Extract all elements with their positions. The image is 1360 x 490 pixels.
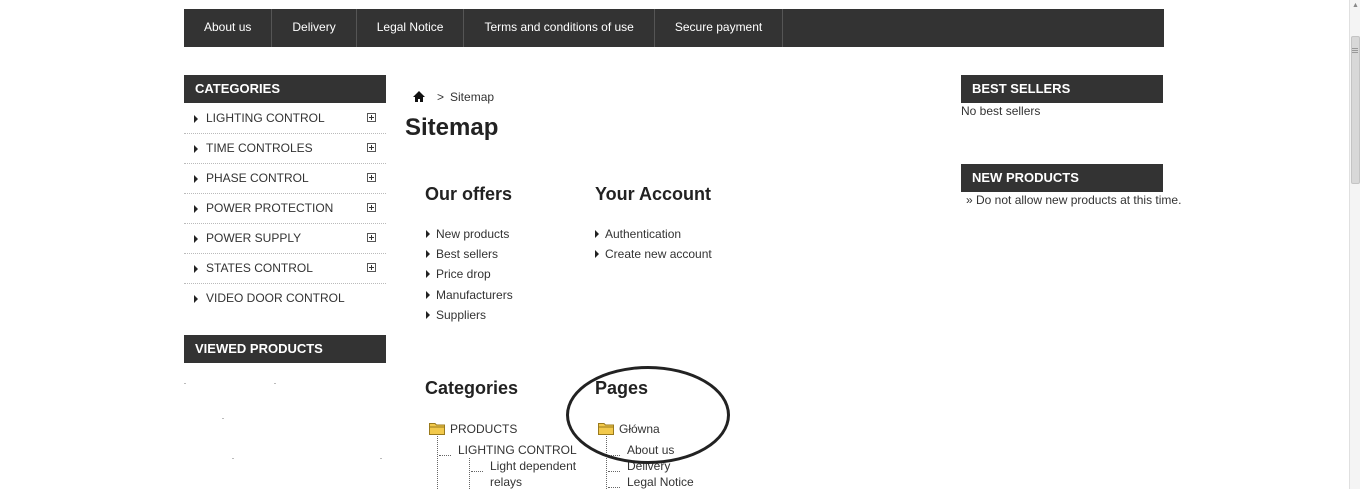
breadcrumb-current: Sitemap: [450, 90, 495, 104]
triangle-bullet-icon: [595, 250, 599, 259]
nav-delivery[interactable]: Delivery: [272, 9, 357, 47]
categories-tree-title: Categories: [425, 378, 519, 398]
triangle-bullet-icon: [426, 250, 430, 259]
link-authentication[interactable]: Authentication: [595, 224, 712, 244]
scrollbar-thumb[interactable]: [1351, 36, 1360, 184]
triangle-bullet-icon: [426, 290, 430, 299]
category-item-power-protection[interactable]: POWER PROTECTION: [184, 194, 386, 224]
link-best-sellers[interactable]: Best sellers: [426, 244, 513, 264]
link-label[interactable]: New products: [436, 227, 509, 241]
tree-connector: [437, 436, 438, 489]
categories-title: CATEGORIES: [184, 75, 386, 103]
category-item-lighting-control[interactable]: LIGHTING CONTROL: [184, 104, 386, 134]
expand-plus-icon[interactable]: [367, 203, 376, 212]
separator-dot: [274, 383, 276, 384]
link-suppliers[interactable]: Suppliers: [426, 305, 513, 325]
scrollbar-grip-icon: [1352, 48, 1358, 49]
our-offers-list: New products Best sellers Price drop Man…: [426, 224, 513, 325]
folder-icon: [429, 422, 445, 435]
scroll-up-arrow-icon[interactable]: ▲: [1352, 2, 1359, 9]
link-new-products[interactable]: New products: [426, 224, 513, 244]
expand-plus-icon[interactable]: [367, 173, 376, 182]
breadcrumb-separator: >: [437, 90, 445, 104]
tree-connector: [439, 455, 451, 456]
separator-dot: [222, 418, 224, 419]
tree-products-link[interactable]: PRODUCTS: [450, 421, 517, 437]
category-label: POWER SUPPLY: [206, 231, 302, 245]
triangle-bullet-icon: [426, 230, 430, 238]
triangle-bullet-icon: [194, 115, 198, 123]
categories-list: LIGHTING CONTROL TIME CONTROLES PHASE CO…: [184, 104, 386, 314]
separator-dot: [232, 458, 234, 459]
breadcrumb: > Sitemap: [413, 90, 494, 104]
triangle-bullet-icon: [194, 235, 198, 243]
triangle-bullet-icon: [194, 145, 198, 153]
new-products-title: NEW PRODUCTS: [961, 164, 1163, 192]
triangle-bullet-icon: [595, 230, 599, 238]
triangle-bullet-icon: [194, 205, 198, 213]
link-label[interactable]: Price drop: [436, 267, 491, 281]
tree-light-dependent-link-cont[interactable]: relays: [490, 474, 522, 490]
best-sellers-empty-text: No best sellers: [961, 104, 1041, 118]
page-title: Sitemap: [405, 114, 499, 141]
our-offers-title: Our offers: [425, 184, 513, 204]
link-label[interactable]: Create new account: [605, 247, 712, 261]
category-item-time-controles[interactable]: TIME CONTROLES: [184, 134, 386, 164]
triangle-bullet-icon: [194, 295, 198, 303]
triangle-bullet-icon: [426, 270, 430, 279]
link-label[interactable]: Suppliers: [436, 308, 486, 322]
expand-plus-icon[interactable]: [367, 233, 376, 242]
highlight-ellipse-annotation: [566, 366, 730, 464]
expand-plus-icon[interactable]: [367, 263, 376, 272]
category-label: LIGHTING CONTROL: [206, 111, 325, 125]
triangle-bullet-icon: [426, 310, 430, 319]
page-scrollbar[interactable]: ▲: [1349, 0, 1360, 489]
tree-connector: [471, 471, 483, 472]
link-price-drop[interactable]: Price drop: [426, 264, 513, 284]
category-label: POWER PROTECTION: [206, 201, 334, 215]
category-label: TIME CONTROLES: [206, 141, 313, 155]
home-icon[interactable]: [413, 91, 425, 103]
tree-connector: [608, 471, 620, 472]
expand-plus-icon[interactable]: [367, 143, 376, 152]
nav-terms[interactable]: Terms and conditions of use: [464, 9, 655, 47]
triangle-bullet-icon: [194, 265, 198, 273]
link-manufacturers[interactable]: Manufacturers: [426, 285, 513, 305]
your-account-list: Authentication Create new account: [595, 224, 712, 264]
category-item-phase-control[interactable]: PHASE CONTROL: [184, 164, 386, 194]
nav-legal-notice[interactable]: Legal Notice: [357, 9, 465, 47]
new-products-empty-text: » Do not allow new products at this time…: [966, 193, 1182, 207]
category-label: VIDEO DOOR CONTROL: [206, 291, 345, 305]
tree-lighting-control-link[interactable]: LIGHTING CONTROL: [458, 442, 577, 458]
viewed-products-content: [184, 372, 386, 472]
link-label[interactable]: Authentication: [605, 227, 681, 241]
link-create-account[interactable]: Create new account: [595, 244, 712, 264]
triangle-bullet-icon: [194, 175, 198, 183]
link-label[interactable]: Best sellers: [436, 247, 498, 261]
category-label: PHASE CONTROL: [206, 171, 309, 185]
category-item-states-control[interactable]: STATES CONTROL: [184, 254, 386, 284]
tree-connector: [469, 458, 470, 489]
separator-dot: [184, 383, 186, 384]
nav-secure-payment[interactable]: Secure payment: [655, 9, 784, 47]
tree-light-dependent-link[interactable]: Light dependent: [490, 458, 576, 474]
expand-plus-icon[interactable]: [367, 113, 376, 122]
category-label: STATES CONTROL: [206, 261, 313, 275]
your-account-title: Your Account: [595, 184, 711, 204]
best-sellers-title: BEST SELLERS: [961, 75, 1163, 103]
tree-legal-notice-link[interactable]: Legal Notice: [627, 474, 694, 490]
category-item-power-supply[interactable]: POWER SUPPLY: [184, 224, 386, 254]
tree-connector: [608, 487, 620, 488]
top-navigation: About us Delivery Legal Notice Terms and…: [184, 9, 1164, 47]
category-item-video-door-control[interactable]: VIDEO DOOR CONTROL: [184, 284, 386, 314]
separator-dot: [380, 458, 382, 459]
link-label[interactable]: Manufacturers: [436, 288, 513, 302]
nav-about-us[interactable]: About us: [184, 9, 273, 47]
viewed-products-title: VIEWED PRODUCTS: [184, 335, 386, 363]
